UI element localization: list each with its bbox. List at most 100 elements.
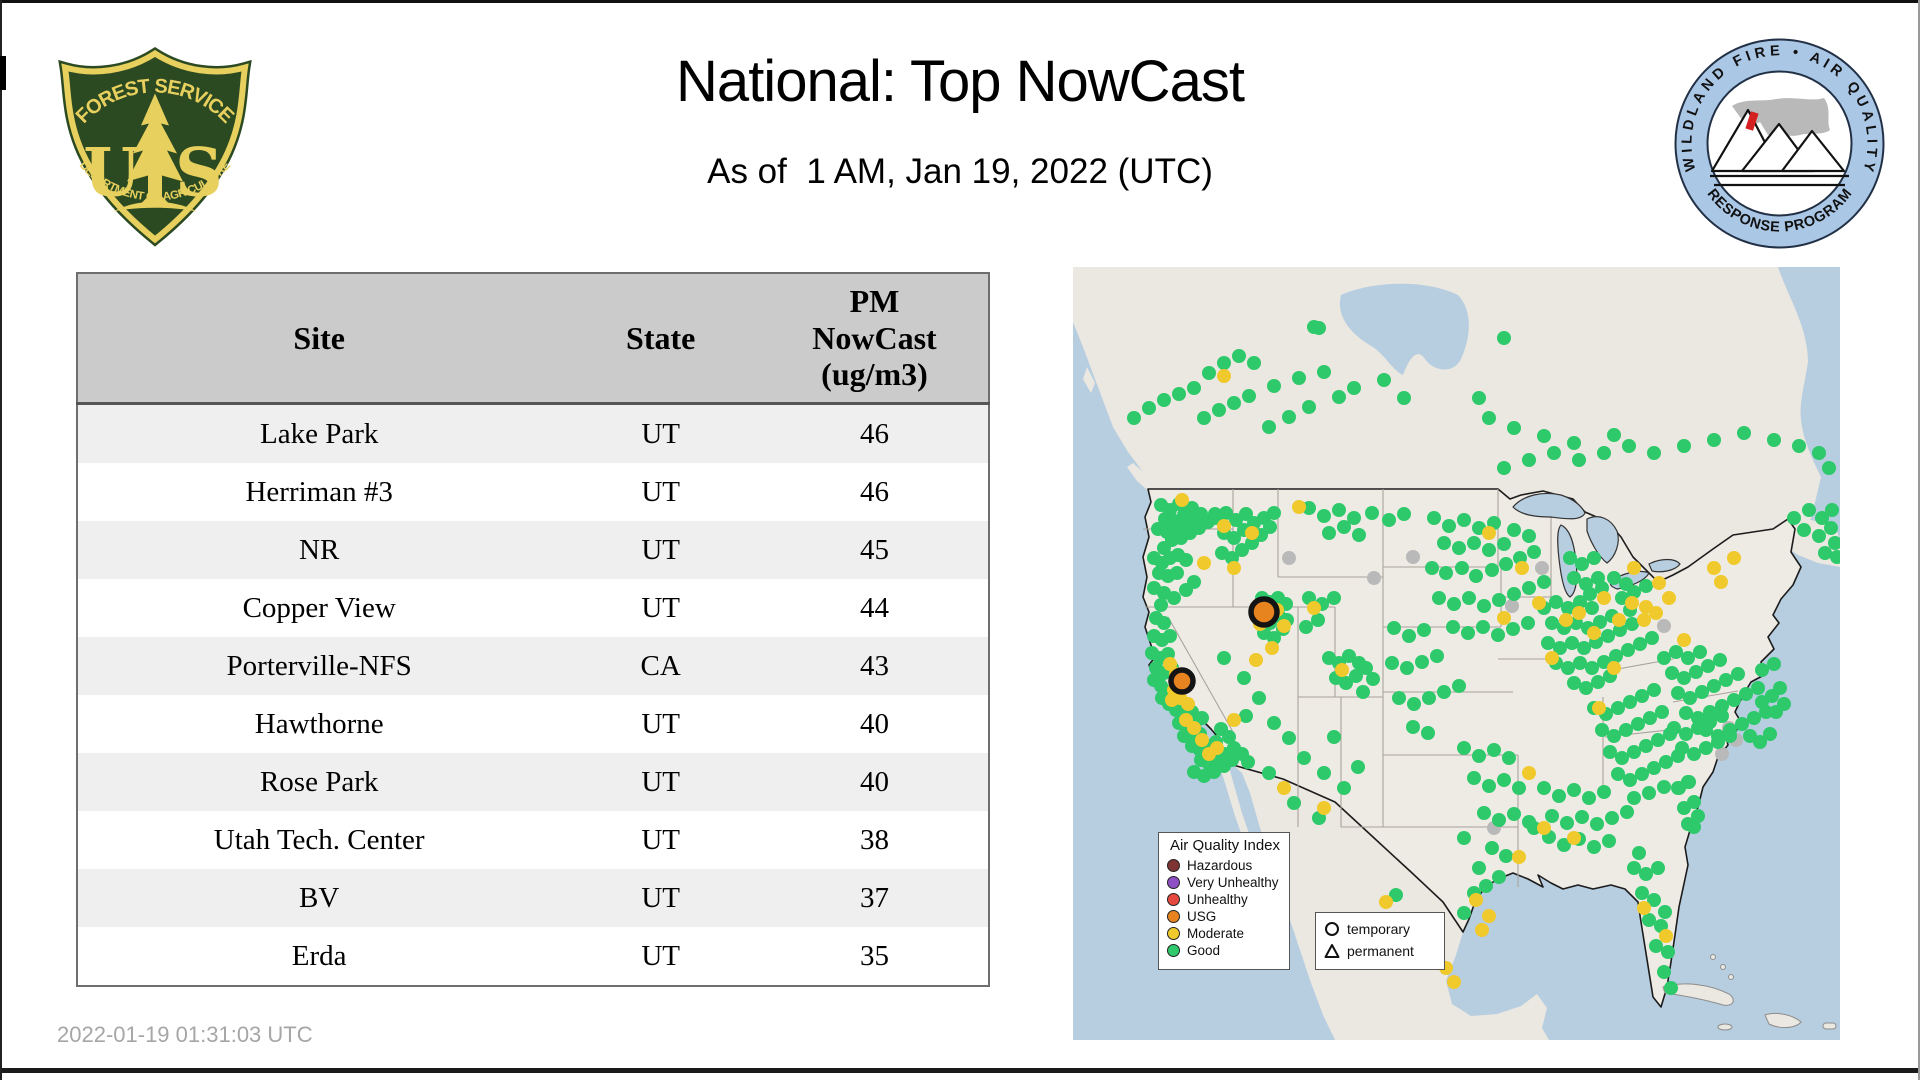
monitor-dot: [1547, 446, 1561, 460]
monitor-dot: [1695, 685, 1709, 699]
monitor-dot: [1142, 401, 1156, 415]
aqi-legend-item: Good: [1167, 942, 1283, 959]
monitor-dot: [1497, 461, 1511, 475]
monitor-dot: [1472, 391, 1486, 405]
monitor-dot: [1567, 436, 1581, 450]
monitor-dot: [1417, 623, 1431, 637]
monitor-dot: [1311, 613, 1325, 627]
aqi-swatch-icon: [1167, 944, 1180, 957]
table-row: Rose Park UT 40: [77, 753, 989, 811]
monitor-dot: [1682, 775, 1696, 789]
table-row: BV UT 37: [77, 869, 989, 927]
monitor-dot: [1818, 546, 1832, 560]
monitor-dot: [1462, 591, 1476, 605]
monitor-dot: [1252, 691, 1266, 705]
table-row: Erda UT 35: [77, 927, 989, 986]
table-row: Porterville-NFS CA 43: [77, 637, 989, 695]
monitor-dot: [1822, 461, 1836, 475]
monitor-dot: [1635, 767, 1649, 781]
monitor-dot: [1639, 600, 1653, 614]
monitor-dot: [1502, 751, 1516, 765]
monitor-dot: [1609, 649, 1623, 663]
aqi-legend-label: Unhealthy: [1187, 892, 1248, 907]
monitor-dot: [1787, 511, 1801, 525]
table-cell: CA: [560, 637, 761, 695]
monitor-dot: [1492, 593, 1506, 607]
monitor-dot: [1645, 631, 1659, 645]
table-cell: 46: [760, 463, 989, 521]
aqi-swatch-icon: [1167, 927, 1180, 940]
table-row: NR UT 45: [77, 521, 989, 579]
aqi-legend-label: Moderate: [1187, 926, 1245, 941]
monitor-dot: [1237, 671, 1251, 685]
monitor-dot: [1619, 723, 1633, 737]
table-cell: Rose Park: [77, 753, 561, 811]
monitor-dot: [1541, 636, 1555, 650]
monitor-dot: [1385, 656, 1399, 670]
monitor-dot: [1532, 596, 1546, 610]
monitor-dot: [1679, 706, 1693, 720]
monitor-dot: [1195, 733, 1209, 747]
monitor-dot: [1627, 861, 1641, 875]
monitor-dot: [1687, 820, 1701, 834]
monitor-dot: [1563, 551, 1577, 565]
monitor-dot: [1427, 511, 1441, 525]
monitor-dot: [1232, 349, 1246, 363]
monitor-dot: [1572, 606, 1586, 620]
monitor-dot: [1620, 805, 1634, 819]
monitor-dot: [1397, 391, 1411, 405]
monitor-dot: [1607, 729, 1621, 743]
monitor-dot: [1623, 695, 1637, 709]
nowcast-table: Site State PM NowCast (ug/m3) Lake Park UT 46 H…: [76, 272, 990, 987]
monitor-dot: [1767, 657, 1781, 671]
table-cell: NR: [77, 521, 561, 579]
monitor-dot: [1824, 521, 1838, 535]
monitor-dot: [1227, 396, 1241, 410]
monitor-dot: [1515, 561, 1529, 575]
monitor-dot: [1197, 411, 1211, 425]
monitor-dot: [1439, 566, 1453, 580]
monitor-dot: [1387, 621, 1401, 635]
monitor-dot: [1392, 691, 1406, 705]
monitor-dot: [1317, 766, 1331, 780]
monitor-dot: [1572, 453, 1586, 467]
aqi-legend-item: USG: [1167, 908, 1283, 925]
report-page: FOREST SERVICE DEPARTMENT OF AGRICULTURE…: [0, 0, 1920, 1080]
monitor-dot: [1499, 557, 1513, 571]
monitor-dot: [1639, 579, 1653, 593]
monitor-dot: [1327, 730, 1341, 744]
table-row: Hawthorne UT 40: [77, 695, 989, 753]
monitor-dot: [1365, 506, 1379, 520]
monitor-dot: [1635, 886, 1649, 900]
monitor-dot: [1512, 850, 1526, 864]
table-cell: Herriman #3: [77, 463, 561, 521]
monitor-dot: [1714, 575, 1728, 589]
monitor-dot: [1637, 613, 1651, 627]
monitor-dot: [1265, 641, 1279, 655]
monitor-dot: [1647, 761, 1661, 775]
monitor-dot: [1662, 591, 1676, 605]
monitor-dot: [1677, 671, 1691, 685]
monitor-dot: [1625, 596, 1639, 610]
monitor-dot: [1651, 733, 1665, 747]
monitor-dot: [1707, 433, 1721, 447]
monitor-dot: [1457, 831, 1471, 845]
monitor-dot: [1659, 755, 1673, 769]
monitor-dot: [1447, 597, 1461, 611]
monitor-dot: [1699, 741, 1713, 755]
monitor-dot: [1731, 667, 1745, 681]
monitor-dot: [1482, 526, 1496, 540]
monitor-dot: [1707, 679, 1721, 693]
monitor-dot: [1595, 723, 1609, 737]
monitor-dot: [1583, 587, 1597, 601]
monitor-dot: [1175, 493, 1189, 507]
monitor-dot: [1482, 411, 1496, 425]
table-cell: Porterville-NFS: [77, 637, 561, 695]
monitor-dot: [1597, 446, 1611, 460]
monitor-dot: [1687, 795, 1701, 809]
monitor-dot: [1377, 373, 1391, 387]
monitor-dot: [1461, 626, 1475, 640]
aqi-map: Air Quality Index Hazardous Very Unhealth…: [1073, 267, 1840, 1040]
monitor-dot: [1277, 619, 1291, 633]
monitor-dot: [1457, 906, 1471, 920]
